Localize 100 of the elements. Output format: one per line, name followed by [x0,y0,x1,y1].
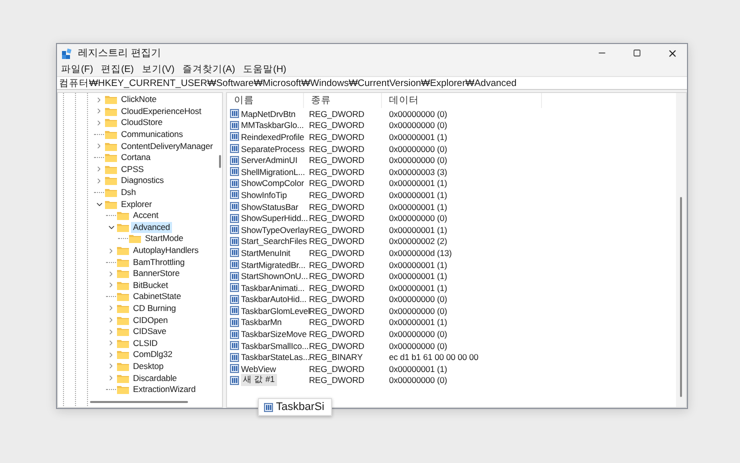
chevron-right-icon[interactable] [107,270,115,278]
tree-item[interactable]: CLSID [131,338,160,349]
column-header[interactable]: 이름 [227,93,304,108]
scrollbar-thumb[interactable] [219,155,221,168]
value-name: ShowTypeOverlay [241,224,308,235]
tree-item[interactable]: Diagnostics [119,175,166,186]
tree-item[interactable]: BitBucket [131,280,170,291]
chevron-right-icon[interactable] [95,142,103,150]
value-type: REG_DWORD [308,329,366,340]
tree-item[interactable]: CabinetState [131,291,183,302]
tree-item[interactable]: BannerStore [131,268,182,280]
tree-item[interactable]: BamThrottling [131,256,187,268]
binary-value-icon [230,306,239,316]
rename-field[interactable]: 새 값 #1 [241,374,277,386]
value-data: 0x00000001 (1) [388,178,448,188]
close-icon[interactable] [666,48,678,58]
value-data: 0x00000000 (0) [388,329,448,340]
folder-icon [129,234,141,244]
chevron-right-icon[interactable] [107,374,115,382]
tree-item[interactable]: ExtractionWizard [131,384,198,396]
column-header[interactable]: 데이터 [382,93,542,108]
value-name: TaskbarAutoHid... [241,294,306,304]
folder-icon [117,292,129,302]
value-name: SeparateProcess [241,144,305,154]
chevron-right-icon[interactable] [95,107,103,116]
chevron-right-icon[interactable] [107,304,115,312]
chevron-right-icon[interactable] [95,176,103,185]
tree-item[interactable]: ComDlg32 [131,349,174,360]
value-type: REG_DWORD [308,282,366,293]
folder-icon [105,118,117,128]
folder-icon [117,246,129,256]
tree-item[interactable]: ClickNote [119,94,158,106]
folder-icon [117,304,129,313]
value-type: REG_DWORD [308,271,366,282]
value-name: Start_SearchFiles [241,236,307,246]
scrollbar-thumb[interactable] [680,197,682,397]
value-type: REG_DWORD [308,178,366,188]
folder-icon [105,130,117,140]
tree-item[interactable]: CPSS [119,164,146,175]
folder-icon [117,385,129,394]
value-name: ShowStatusBar [241,202,298,212]
chevron-right-icon[interactable] [107,362,115,370]
binary-value-icon [230,248,239,258]
chevron-right-icon[interactable] [95,118,103,127]
value-type: REG_DWORD [308,144,366,154]
value-name: StartShownOnU... [241,271,308,282]
binary-value-icon [230,225,239,234]
tree-item[interactable]: CloudExperienceHost [119,106,204,117]
chevron-right-icon[interactable] [107,339,115,348]
tree-item[interactable]: Explorer [119,198,154,210]
menu-item[interactable]: 편집(E) [100,62,135,76]
tree-item[interactable]: Advanced [131,222,172,233]
value-type: REG_DWORD [308,213,366,224]
tree-item[interactable]: StartMode [143,233,186,244]
value-type: REG_DWORD [308,166,366,177]
binary-value-icon [230,260,239,270]
tree-item[interactable]: Discardable [131,372,179,384]
value-name: MapNetDrvBtn [241,108,296,119]
value-data: 0x00000001 (1) [388,224,448,235]
tree-item[interactable]: Dsh [119,187,138,198]
value-data: 0x00000000 (0) [388,155,448,166]
tree-item[interactable]: CIDSave [131,326,168,338]
folder-icon [117,280,129,290]
value-type: REG_DWORD [308,236,366,246]
value-type: REG_DWORD [308,120,366,130]
chevron-right-icon[interactable] [95,165,103,174]
chevron-right-icon[interactable] [107,316,115,324]
menu-item[interactable]: 파일(F) [60,62,94,76]
chevron-right-icon[interactable] [107,246,115,255]
binary-value-icon [230,283,239,292]
tree-item[interactable]: CloudStore [119,117,165,128]
binary-value-icon [230,341,239,350]
tree-item[interactable]: Accent [131,210,160,222]
tree-item[interactable]: Desktop [131,360,166,372]
value-data: 0x00000000 (0) [388,144,448,154]
value-name: ShellMigrationL... [241,166,305,177]
address-bar[interactable]: 컴퓨터₩HKEY_CURRENT_USER₩Software₩Microsoft₩Windows₩CurrentVersion₩Explorer₩Advanced [57,76,687,90]
tree-item[interactable]: Cortana [119,152,153,164]
maximize-icon[interactable] [633,49,641,57]
binary-value-icon [230,144,239,154]
chevron-right-icon[interactable] [107,350,115,359]
tree-item[interactable]: AutoplayHandlers [131,245,200,256]
folder-icon [117,338,129,348]
tree-item[interactable]: Communications [119,129,185,140]
folder-icon [105,106,117,116]
tree-item[interactable]: ContentDeliveryManager [119,140,215,152]
scrollbar-thumb[interactable] [90,401,188,403]
column-header[interactable]: 종류 [304,93,382,108]
tree-item[interactable]: CD Burning [131,302,178,314]
value-data: 0x00000001 (1) [388,260,448,270]
value-name: TaskbarMn [241,317,282,328]
menu-item[interactable]: 보기(V) [140,62,176,76]
tree-item[interactable]: CIDOpen [131,314,170,326]
chevron-right-icon[interactable] [107,281,115,290]
menu-item[interactable]: 즐겨찾기(A) [181,62,236,76]
chevron-right-icon[interactable] [95,96,103,104]
binary-value-icon [230,318,239,327]
menu-item[interactable]: 도움말(H) [242,62,288,76]
value-type: REG_DWORD [308,224,366,235]
chevron-right-icon[interactable] [107,328,115,336]
